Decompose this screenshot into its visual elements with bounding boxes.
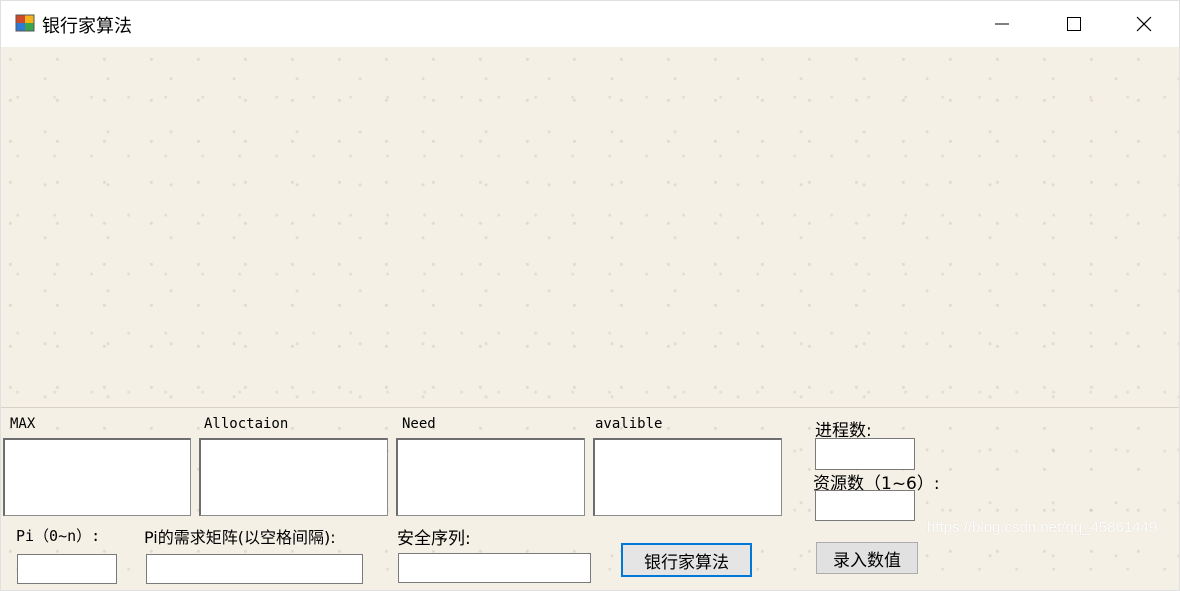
need-matrix-input[interactable] (396, 438, 585, 516)
maximize-button[interactable] (1039, 1, 1109, 47)
client-area: MAX Alloctaion Need avalible 进程数: 资源数（1~… (1, 47, 1179, 590)
allocation-label: Alloctaion (204, 416, 289, 432)
enter-values-button[interactable]: 录入数值 (816, 542, 918, 574)
divider (1, 407, 1179, 408)
safe-sequence-label: 安全序列: (397, 529, 471, 549)
minimize-icon (995, 23, 1009, 25)
available-label: avalible (595, 416, 663, 432)
minimize-button[interactable] (967, 1, 1037, 47)
max-label: MAX (10, 416, 36, 432)
banker-algorithm-button[interactable]: 银行家算法 (621, 543, 752, 577)
pi-request-label: Pi的需求矩阵(以空格间隔): (144, 528, 336, 547)
maximize-icon (1067, 17, 1081, 31)
available-vector-input[interactable] (593, 438, 782, 516)
process-count-input[interactable] (815, 438, 915, 470)
close-icon (1136, 16, 1152, 32)
window-title: 银行家算法 (42, 16, 132, 37)
resource-count-input[interactable] (815, 490, 915, 521)
pi-index-input[interactable] (17, 554, 117, 584)
app-window: 银行家算法 MAX Alloctaion Need avalible 进程数: … (0, 0, 1180, 591)
max-matrix-input[interactable] (3, 438, 191, 516)
title-bar: 银行家算法 (1, 1, 1179, 47)
allocation-matrix-input[interactable] (199, 438, 388, 516)
watermark: https://blog.csdn.net/qq_45861449 (927, 519, 1158, 536)
safe-sequence-output[interactable] (398, 553, 591, 583)
close-button[interactable] (1109, 1, 1179, 47)
pi-index-label: Pi（0~n）: (16, 527, 101, 545)
need-label: Need (402, 416, 436, 432)
pi-request-input[interactable] (146, 554, 363, 584)
app-icon (15, 13, 35, 33)
